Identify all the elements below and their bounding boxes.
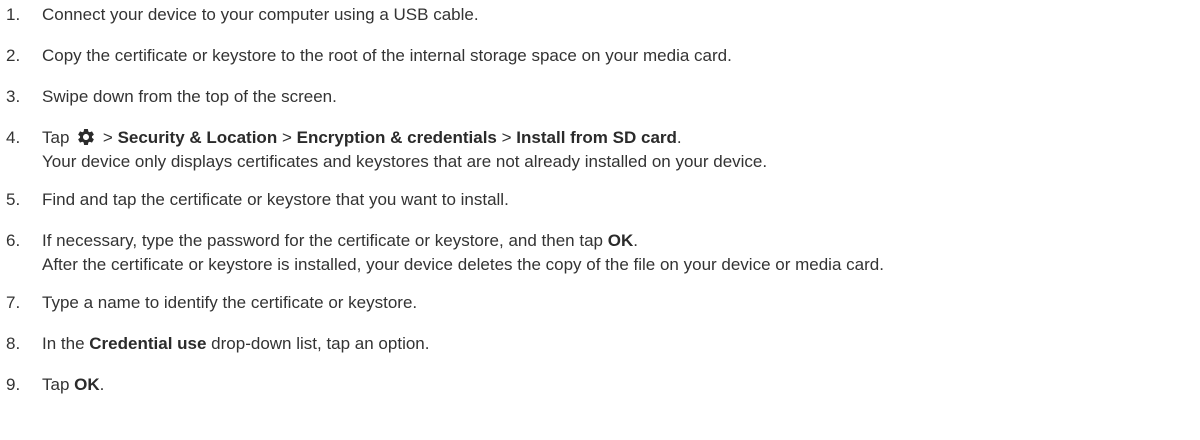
step-number: 5. — [6, 190, 21, 209]
step-text: Find and tap the certificate or keystore… — [42, 190, 509, 209]
step-text-pre: Tap — [42, 375, 70, 394]
step-text: Tap > Security & Location > Encryption &… — [42, 126, 767, 150]
tap-word: Tap — [42, 128, 70, 147]
step-text-post: drop-down list, tap an option. — [211, 334, 430, 353]
step-number: 6. — [6, 231, 21, 250]
period: . — [99, 375, 105, 394]
ok-label: OK — [74, 375, 100, 394]
step-text: Swipe down from the top of the screen. — [42, 87, 337, 106]
credential-use-label: Credential use — [89, 334, 207, 353]
period: . — [676, 128, 682, 147]
step-text-pre: In the — [42, 334, 85, 353]
step-text: Tap OK. — [42, 373, 104, 397]
step-text: Type a name to identify the certificate … — [42, 293, 418, 312]
step-number: 3. — [6, 87, 21, 106]
menu-path-encryption: Encryption & credentials — [296, 128, 497, 147]
step-text: If necessary, type the password for the … — [42, 229, 884, 253]
step-text: Connect your device to your computer usi… — [42, 5, 479, 24]
step-number: 7. — [6, 293, 21, 312]
step-number: 4. — [6, 128, 21, 147]
step-number: 8. — [6, 334, 21, 353]
menu-separator: > — [501, 128, 512, 147]
menu-separator: > — [281, 128, 292, 147]
step-note: Your device only displays certificates a… — [42, 152, 768, 171]
step-number: 1. — [6, 5, 21, 24]
step-note: After the certificate or keystore is ins… — [42, 255, 884, 274]
menu-path-install: Install from SD card — [516, 128, 677, 147]
period: . — [633, 231, 638, 250]
menu-path-security: Security & Location — [117, 128, 278, 147]
menu-separator: > — [102, 128, 113, 147]
step-number: 9. — [6, 375, 21, 394]
step-text: Copy the certificate or keystore to the … — [42, 46, 732, 65]
gear-icon — [78, 129, 94, 145]
step-text: In the Credential use drop-down list, ta… — [42, 332, 429, 356]
step-text-pre: If necessary, type the password for the … — [42, 231, 603, 250]
ok-label: OK — [607, 231, 634, 250]
step-number: 2. — [6, 46, 21, 65]
